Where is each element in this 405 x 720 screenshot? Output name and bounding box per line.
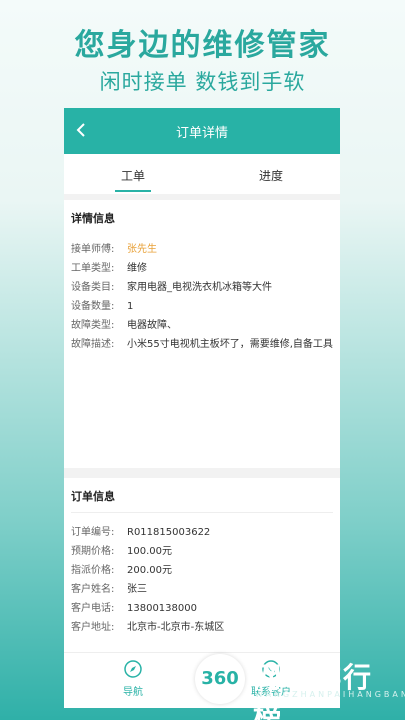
watermark-text: 网站排行榜: [253, 661, 374, 720]
detail-key: 接单师傅:: [71, 244, 115, 255]
detail-row-technician: 接单师傅: 张先生: [71, 240, 333, 259]
order-value: 200.00元: [127, 565, 172, 576]
order-value: 北京市-北京市-东城区: [127, 622, 225, 633]
order-value: 张三: [127, 584, 147, 595]
nav-bar: 订单详情: [64, 108, 340, 154]
detail-row-type: 工单类型: 维修: [71, 259, 333, 278]
detail-value: 电器故障、: [127, 320, 177, 331]
order-key: 客户姓名:: [71, 584, 115, 595]
order-row-expected-price: 预期价格: 100.00元: [71, 542, 333, 561]
tab-workorder[interactable]: 工单: [64, 154, 202, 194]
order-value: 13800138000: [127, 603, 197, 614]
detail-key: 故障描述:: [71, 339, 115, 350]
page-title: 订单详情: [175, 126, 228, 141]
order-card: 订单信息 订单编号: R011815003622 预期价格: 100.00元 指…: [64, 478, 340, 658]
order-row-customer-address: 客户地址: 北京市-北京市-东城区: [71, 618, 333, 637]
detail-row-category: 设备类目: 家用电器_电视洗衣机冰箱等大件: [71, 278, 333, 297]
order-key: 预期价格:: [71, 546, 115, 557]
order-value: 100.00元: [127, 546, 172, 557]
compass-icon: [124, 660, 142, 678]
order-key: 客户地址:: [71, 622, 115, 633]
detail-value: 张先生: [127, 244, 157, 255]
order-value: R011815003622: [127, 527, 211, 538]
detail-key: 设备数量:: [71, 301, 115, 312]
order-row-number: 订单编号: R011815003622: [71, 523, 333, 542]
order-row-customer-name: 客户姓名: 张三: [71, 580, 333, 599]
watermark-subtext: WANGZHANPAIHANGBANG: [255, 690, 405, 699]
phone-screen: 订单详情 工单 进度 详情信息 接单师傅: 张先生 工单类型: 维修 设备类目:…: [64, 108, 340, 708]
order-title: 订单信息: [71, 490, 115, 503]
order-row-assigned-price: 指派价格: 200.00元: [71, 561, 333, 580]
order-key: 订单编号:: [71, 527, 115, 538]
promo-subtitle: 闲时接单 数钱到手软: [99, 70, 306, 94]
tab-bar: 工单 进度: [64, 154, 340, 194]
detail-value: 维修: [127, 263, 147, 274]
detail-value: 小米55寸电视机主板坏了，需要维修,自备工具: [127, 339, 333, 350]
divider: [71, 512, 333, 513]
order-row-customer-phone: 客户电话: 13800138000: [71, 599, 333, 618]
watermark-logo: 360: [195, 654, 245, 704]
detail-value: 家用电器_电视洗衣机冰箱等大件: [127, 282, 272, 293]
detail-key: 故障类型:: [71, 320, 115, 331]
detail-row-fault-type: 故障类型: 电器故障、: [71, 316, 333, 335]
promo-title: 您身边的维修管家: [74, 28, 331, 63]
detail-row-quantity: 设备数量: 1: [71, 297, 333, 316]
tab-progress[interactable]: 进度: [202, 154, 340, 194]
order-key: 客户电话:: [71, 603, 115, 614]
watermark: 360 网站排行榜 WANGZHANPAIHANGBANG: [195, 654, 405, 720]
order-key: 指派价格:: [71, 565, 115, 576]
navigate-button[interactable]: 导航: [64, 653, 202, 708]
detail-row-fault-desc: 故障描述: 小米55寸电视机主板坏了，需要维修,自备工具: [71, 335, 333, 354]
detail-card: 详情信息 接单师傅: 张先生 工单类型: 维修 设备类目: 家用电器_电视洗衣机…: [64, 200, 340, 468]
detail-value: 1: [127, 301, 134, 312]
detail-key: 工单类型:: [71, 263, 115, 274]
detail-title: 详情信息: [71, 212, 115, 225]
navigate-label: 导航: [123, 687, 143, 698]
detail-key: 设备类目:: [71, 282, 115, 293]
